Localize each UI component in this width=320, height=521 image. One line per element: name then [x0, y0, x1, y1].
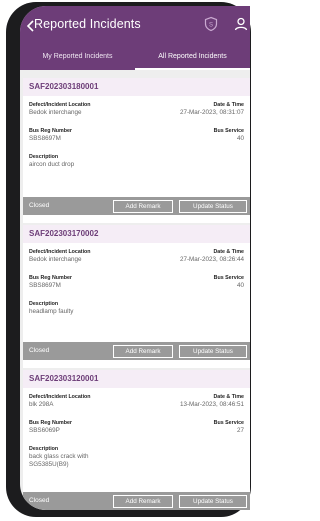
- location-value: blk 298A: [29, 401, 54, 408]
- add-remark-button[interactable]: Add Remark: [113, 200, 173, 213]
- bus-reg-value: SBS8697M: [29, 282, 61, 289]
- incident-id-bar: SAF202303170002: [23, 225, 250, 243]
- status-badge: Closed: [29, 497, 50, 504]
- location-label: Defect/Incident Location: [29, 102, 91, 108]
- datetime-value: 27-Mar-2023, 08:26:44: [179, 256, 244, 263]
- description-label: Description: [29, 301, 59, 307]
- tab-my-reported-incidents[interactable]: My Reported Incidents: [20, 44, 135, 70]
- tab-bar: My Reported Incidents All Reported Incid…: [20, 44, 250, 70]
- description-label: Description: [29, 154, 59, 160]
- bus-service-label: Bus Service: [213, 420, 244, 426]
- card-footer: Closed Add Remark Update Status: [23, 342, 250, 360]
- app-screen: Reported Incidents S My Reported Inciden…: [20, 6, 250, 510]
- bus-reg-label: Bus Reg Number: [29, 128, 72, 134]
- tab-all-reported-incidents[interactable]: All Reported Incidents: [135, 44, 250, 70]
- bus-service-value: 27: [236, 427, 244, 434]
- datetime-value: 13-Mar-2023, 08:46:51: [179, 401, 244, 408]
- status-badge: Closed: [29, 202, 50, 209]
- incident-id: SAF202303170002: [29, 229, 99, 238]
- bus-service-value: 40: [236, 135, 244, 142]
- description-label: Description: [29, 446, 59, 452]
- description-value: aircon duct drop: [29, 161, 75, 168]
- card-footer: Closed Add Remark Update Status: [23, 197, 250, 215]
- app-header: Reported Incidents S My Reported Inciden…: [20, 6, 250, 70]
- incident-id-bar: SAF202303180001: [23, 78, 250, 96]
- user-icon[interactable]: [233, 16, 249, 32]
- location-label: Defect/Incident Location: [29, 249, 91, 255]
- bus-reg-label: Bus Reg Number: [29, 420, 72, 426]
- bus-reg-label: Bus Reg Number: [29, 275, 72, 281]
- bus-reg-value: SBS6069P: [29, 427, 60, 434]
- incident-card[interactable]: SAF202303120001 Defect/Incident Location…: [23, 370, 250, 510]
- location-value: Bedok interchange: [29, 256, 82, 263]
- incident-id: SAF202303120001: [29, 374, 99, 383]
- shield-icon[interactable]: S: [203, 16, 219, 32]
- update-status-button[interactable]: Update Status: [179, 345, 247, 358]
- add-remark-button[interactable]: Add Remark: [113, 495, 173, 508]
- active-tab-indicator: [135, 68, 250, 70]
- page-title: Reported Incidents: [34, 17, 141, 31]
- status-badge: Closed: [29, 347, 50, 354]
- add-remark-button[interactable]: Add Remark: [113, 345, 173, 358]
- datetime-value: 27-Mar-2023, 08:31:07: [179, 109, 244, 116]
- description-value: back glass crack with: [29, 453, 89, 460]
- svg-text:S: S: [209, 23, 213, 29]
- description-value-line2: SG5385U(B9): [29, 461, 69, 468]
- incident-id: SAF202303180001: [29, 82, 99, 91]
- bus-service-label: Bus Service: [213, 275, 244, 281]
- bus-service-value: 40: [236, 282, 244, 289]
- datetime-label: Date & Time: [213, 394, 244, 400]
- incident-card[interactable]: SAF202303170002 Defect/Incident Location…: [23, 225, 250, 368]
- bus-reg-value: SBS8697M: [29, 135, 61, 142]
- bus-service-label: Bus Service: [213, 128, 244, 134]
- location-label: Defect/Incident Location: [29, 394, 91, 400]
- location-value: Bedok interchange: [29, 109, 82, 116]
- datetime-label: Date & Time: [213, 102, 244, 108]
- datetime-label: Date & Time: [213, 249, 244, 255]
- description-value: headlamp faulty: [29, 308, 74, 315]
- incident-id-bar: SAF202303120001: [23, 370, 250, 388]
- update-status-button[interactable]: Update Status: [179, 200, 247, 213]
- incident-card[interactable]: SAF202303180001 Defect/Incident Location…: [23, 78, 250, 223]
- card-footer: Closed Add Remark Update Status: [23, 492, 250, 510]
- update-status-button[interactable]: Update Status: [179, 495, 247, 508]
